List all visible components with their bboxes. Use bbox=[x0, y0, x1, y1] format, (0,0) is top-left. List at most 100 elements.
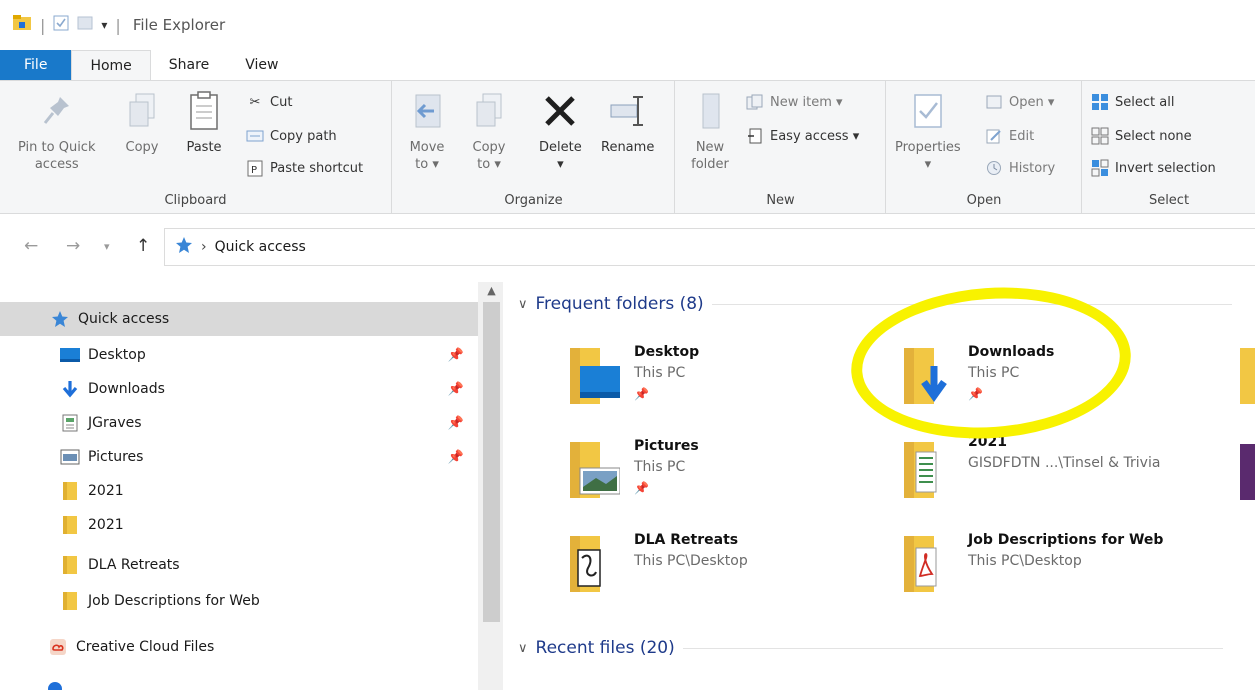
recent-files-header[interactable]: ∨ Recent files (20) bbox=[518, 638, 1223, 658]
clipboard-group: Pin to Quick access Copy Paste ✂ Cut Cop… bbox=[0, 81, 392, 214]
paste-shortcut-icon: P bbox=[246, 159, 264, 177]
delete-button[interactable]: Delete ▾ bbox=[539, 87, 582, 173]
folder-icon bbox=[60, 516, 80, 534]
svg-text:P: P bbox=[251, 165, 257, 176]
organize-group: Move to ▾ Copy to ▾ Delete ▾ Rename Orga… bbox=[393, 81, 675, 214]
select-none-button[interactable]: Select none bbox=[1091, 127, 1192, 145]
new-group: New folder New item ▾ Easy access ▾ New bbox=[676, 81, 886, 214]
new-folder-button[interactable]: New folder bbox=[690, 87, 730, 173]
history-button[interactable]: History bbox=[985, 159, 1055, 177]
tab-share[interactable]: Share bbox=[151, 50, 227, 80]
download-arrow-icon bbox=[60, 380, 80, 398]
new-folder-icon bbox=[690, 87, 730, 135]
copy-to-button[interactable]: Copy to ▾ bbox=[469, 87, 509, 173]
scrollbar-thumb[interactable] bbox=[483, 302, 500, 622]
rename-icon bbox=[608, 87, 648, 135]
toolbar-divider: | bbox=[40, 15, 46, 35]
folder-tile-job-descriptions[interactable]: Job Descriptions for Web This PC\Desktop bbox=[902, 532, 1222, 612]
invert-selection-button[interactable]: Invert selection bbox=[1091, 159, 1216, 177]
invert-selection-icon bbox=[1091, 159, 1109, 177]
pin-icon[interactable]: 📌 bbox=[448, 382, 464, 397]
edit-button[interactable]: Edit bbox=[985, 127, 1034, 145]
easy-access-button[interactable]: Easy access ▾ bbox=[746, 127, 859, 145]
address-bar[interactable]: › Quick access bbox=[164, 228, 1255, 266]
pin-icon[interactable]: 📌 bbox=[448, 450, 464, 465]
section-divider bbox=[682, 647, 1223, 649]
scroll-up-arrow-icon[interactable]: ▲ bbox=[483, 284, 500, 300]
folder-tile-partial-icon-2[interactable] bbox=[1240, 444, 1255, 500]
easy-access-icon bbox=[746, 127, 764, 145]
copy-path-button[interactable]: Copy path bbox=[246, 127, 337, 145]
pin-to-quick-access-button[interactable]: Pin to Quick access bbox=[18, 87, 95, 173]
folder-icon bbox=[60, 556, 80, 574]
delete-dropdown-arrow[interactable]: ▾ bbox=[557, 156, 564, 173]
new-item-button[interactable]: New item ▾ bbox=[746, 93, 843, 111]
open-group: Properties ▾ Open ▾ Edit History Open bbox=[887, 81, 1082, 214]
pin-icon[interactable]: 📌 bbox=[448, 348, 464, 363]
breadcrumb-separator[interactable]: › bbox=[201, 239, 207, 255]
paste-shortcut-button[interactable]: P Paste shortcut bbox=[246, 159, 363, 177]
new-folder-quick-icon[interactable] bbox=[77, 15, 93, 35]
folder-icon bbox=[60, 592, 80, 610]
nav-item-desktop[interactable]: Desktop 📌 bbox=[0, 338, 478, 372]
quick-access-toolbar: | ▾ | File Explorer bbox=[12, 14, 225, 36]
frequent-folders-header[interactable]: ∨ Frequent folders (8) bbox=[518, 294, 1232, 314]
folder-tile-partial-icon[interactable] bbox=[1240, 348, 1255, 404]
back-arrow-icon[interactable]: ← bbox=[24, 236, 38, 256]
nav-item-dla-retreats[interactable]: DLA Retreats bbox=[0, 548, 478, 582]
tab-file[interactable]: File bbox=[0, 50, 72, 80]
ribbon: Pin to Quick access Copy Paste ✂ Cut Cop… bbox=[0, 80, 1255, 214]
nav-item-2021[interactable]: 2021 bbox=[0, 474, 478, 508]
folder-tile-desktop[interactable]: Desktop This PC 📌 bbox=[568, 344, 888, 424]
forward-arrow-icon[interactable]: → bbox=[66, 236, 80, 256]
folder-tile-pictures[interactable]: Pictures This PC 📌 bbox=[568, 438, 888, 518]
properties-quick-icon[interactable] bbox=[53, 15, 69, 35]
recent-locations-chevron-icon[interactable]: ▾ bbox=[104, 240, 110, 253]
nav-item-jgraves[interactable]: JGraves 📌 bbox=[0, 406, 478, 440]
copy-button[interactable]: Copy bbox=[122, 87, 162, 156]
paste-button[interactable]: Paste bbox=[184, 87, 224, 156]
desktop-folder-icon bbox=[568, 344, 620, 408]
move-to-button[interactable]: Move to ▾ bbox=[407, 87, 447, 173]
pin-icon[interactable]: 📌 bbox=[448, 416, 464, 431]
nav-quick-access[interactable]: Quick access bbox=[0, 302, 478, 336]
nav-item-downloads[interactable]: Downloads 📌 bbox=[0, 372, 478, 406]
organize-group-label: Organize bbox=[504, 193, 563, 208]
open-button[interactable]: Open ▾ bbox=[985, 93, 1054, 111]
nav-creative-cloud-files[interactable]: Creative Cloud Files bbox=[0, 630, 478, 664]
title-bar: | ▾ | File Explorer bbox=[0, 0, 1255, 50]
rename-button[interactable]: Rename bbox=[601, 87, 654, 156]
pictures-icon bbox=[60, 448, 80, 466]
breadcrumb-quick-access[interactable]: Quick access bbox=[215, 239, 306, 255]
properties-button[interactable]: Properties ▾ bbox=[895, 87, 961, 173]
up-arrow-icon[interactable]: ↑ bbox=[136, 236, 150, 256]
select-all-icon bbox=[1091, 93, 1109, 111]
quick-access-star-icon bbox=[175, 236, 193, 258]
desktop-icon bbox=[60, 346, 80, 364]
dla-retreats-folder-icon bbox=[568, 532, 620, 596]
tab-home[interactable]: Home bbox=[71, 50, 151, 80]
pin-icon: 📌 bbox=[634, 387, 649, 401]
cut-button[interactable]: ✂ Cut bbox=[246, 93, 293, 111]
move-to-icon bbox=[407, 87, 447, 135]
folder-tile-dla-retreats[interactable]: DLA Retreats This PC\Desktop bbox=[568, 532, 888, 612]
copy-to-icon bbox=[469, 87, 509, 135]
navigation-pane: Quick access Desktop 📌 Downloads 📌 JGrav… bbox=[0, 282, 503, 690]
nav-item-job-descriptions[interactable]: Job Descriptions for Web bbox=[0, 584, 478, 618]
select-all-button[interactable]: Select all bbox=[1091, 93, 1174, 111]
open-icon bbox=[985, 93, 1003, 111]
customize-toolbar-icon[interactable]: ▾ bbox=[101, 18, 107, 32]
chevron-down-icon: ∨ bbox=[518, 640, 528, 656]
folder-tile-2021[interactable]: 2021 GISDFDTN ...\Tinsel & Trivia bbox=[902, 434, 1222, 518]
pdf-folder-icon bbox=[902, 532, 954, 596]
nav-item-pictures[interactable]: Pictures 📌 bbox=[0, 440, 478, 474]
nav-item-2021-second[interactable]: 2021 bbox=[0, 508, 478, 542]
tab-view[interactable]: View bbox=[227, 50, 296, 80]
select-group: Select all Select none Invert selection … bbox=[1083, 81, 1255, 214]
select-none-icon bbox=[1091, 127, 1109, 145]
properties-dropdown-arrow[interactable]: ▾ bbox=[925, 156, 932, 173]
clipboard-group-label: Clipboard bbox=[164, 193, 227, 208]
edit-pencil-icon bbox=[985, 127, 1003, 145]
copy-path-icon bbox=[246, 127, 264, 145]
ribbon-tabs: File Home Share View bbox=[0, 50, 1255, 80]
